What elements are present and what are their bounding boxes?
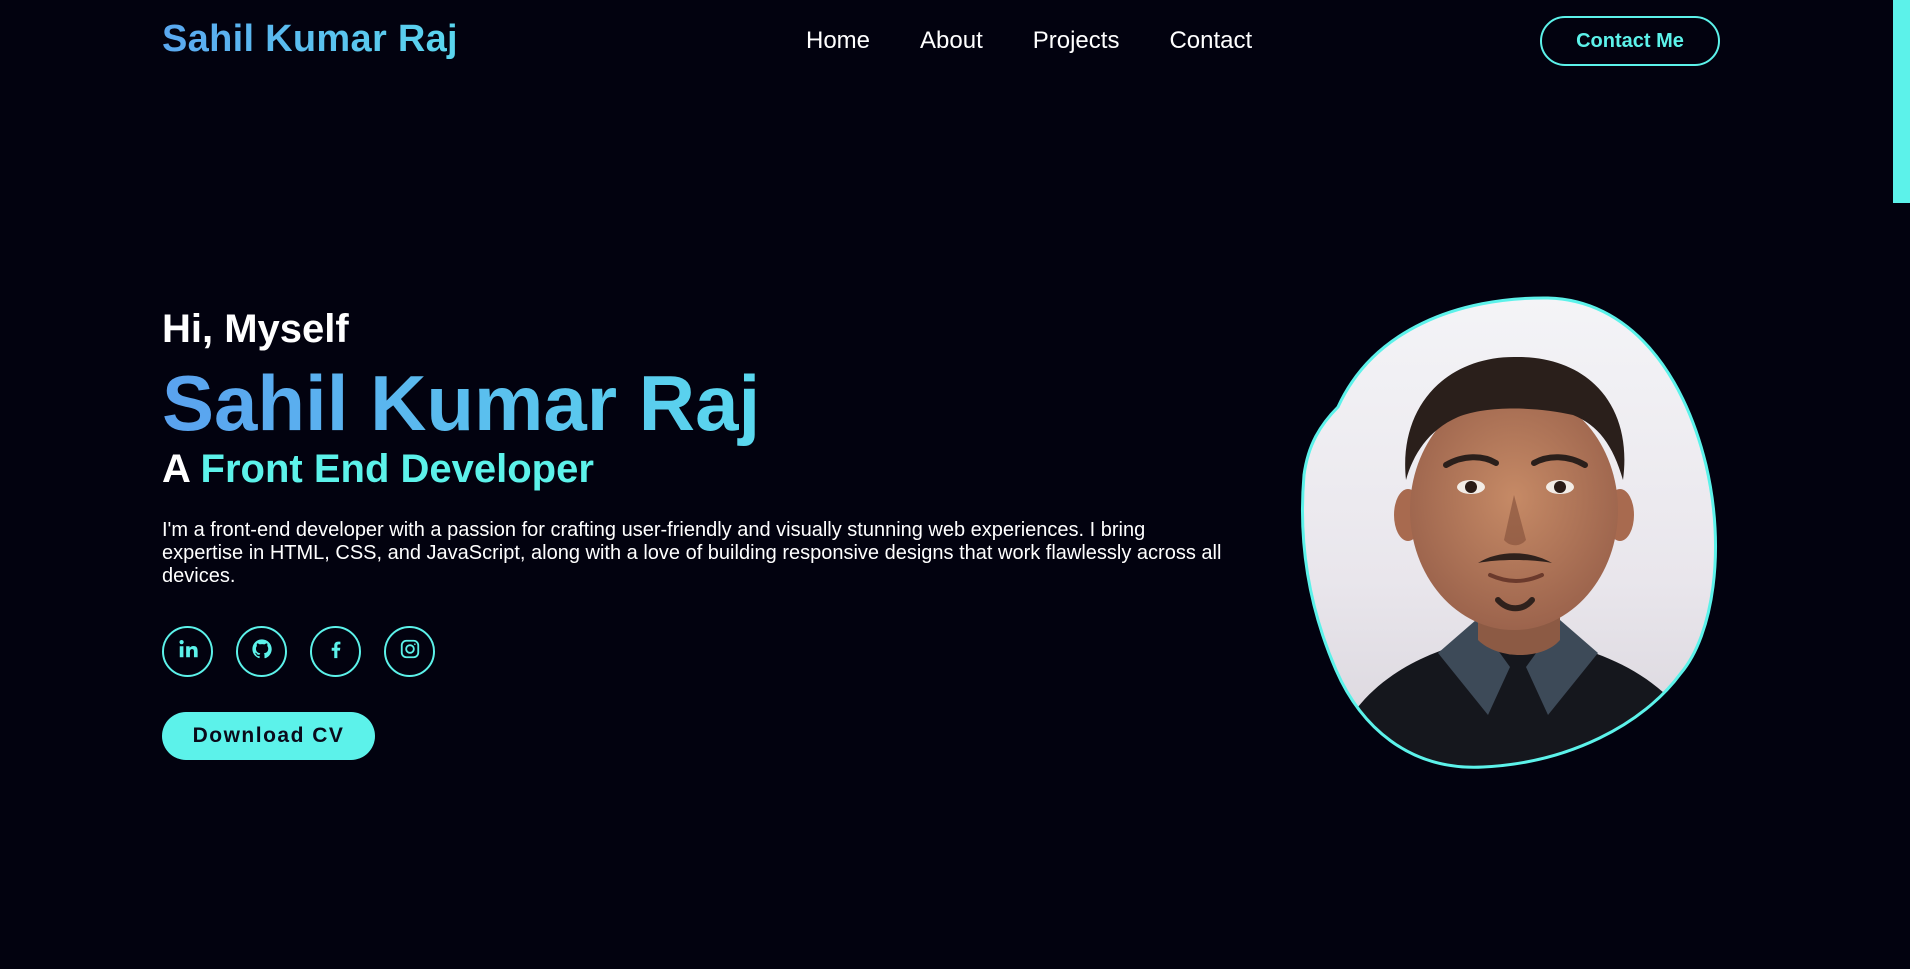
scrollbar-thumb[interactable]: [1893, 0, 1910, 203]
social-links: [162, 626, 435, 677]
facebook-link[interactable]: [310, 626, 361, 677]
github-icon: [251, 638, 273, 665]
github-link[interactable]: [236, 626, 287, 677]
hero-greeting: Hi, Myself: [162, 307, 349, 351]
role-title: Front End Developer: [200, 447, 594, 491]
portfolio-page: Sahil Kumar Raj Home About Projects Cont…: [0, 0, 1910, 969]
instagram-icon: [399, 638, 421, 665]
linkedin-link[interactable]: [162, 626, 213, 677]
site-logo[interactable]: Sahil Kumar Raj: [162, 18, 458, 61]
navbar: Sahil Kumar Raj Home About Projects Cont…: [0, 0, 1910, 84]
nav-link-home[interactable]: Home: [806, 27, 870, 55]
nav-link-contact[interactable]: Contact: [1169, 27, 1252, 55]
hero-bio: I'm a front-end developer with a passion…: [162, 519, 1222, 587]
nav-link-projects[interactable]: Projects: [1033, 27, 1120, 55]
nav-link-about[interactable]: About: [920, 27, 983, 55]
role-prefix: A: [162, 447, 190, 491]
linkedin-icon: [177, 638, 199, 665]
instagram-link[interactable]: [384, 626, 435, 677]
download-cv-button[interactable]: Download CV: [162, 712, 375, 760]
hero-name: Sahil Kumar Raj: [162, 359, 761, 447]
contact-me-button[interactable]: Contact Me: [1540, 16, 1720, 66]
nav-links: Home About Projects Contact: [806, 27, 1252, 55]
hero-role: A Front End Developer: [162, 447, 594, 492]
facebook-icon: [325, 638, 347, 665]
profile-photo: [1298, 295, 1723, 772]
